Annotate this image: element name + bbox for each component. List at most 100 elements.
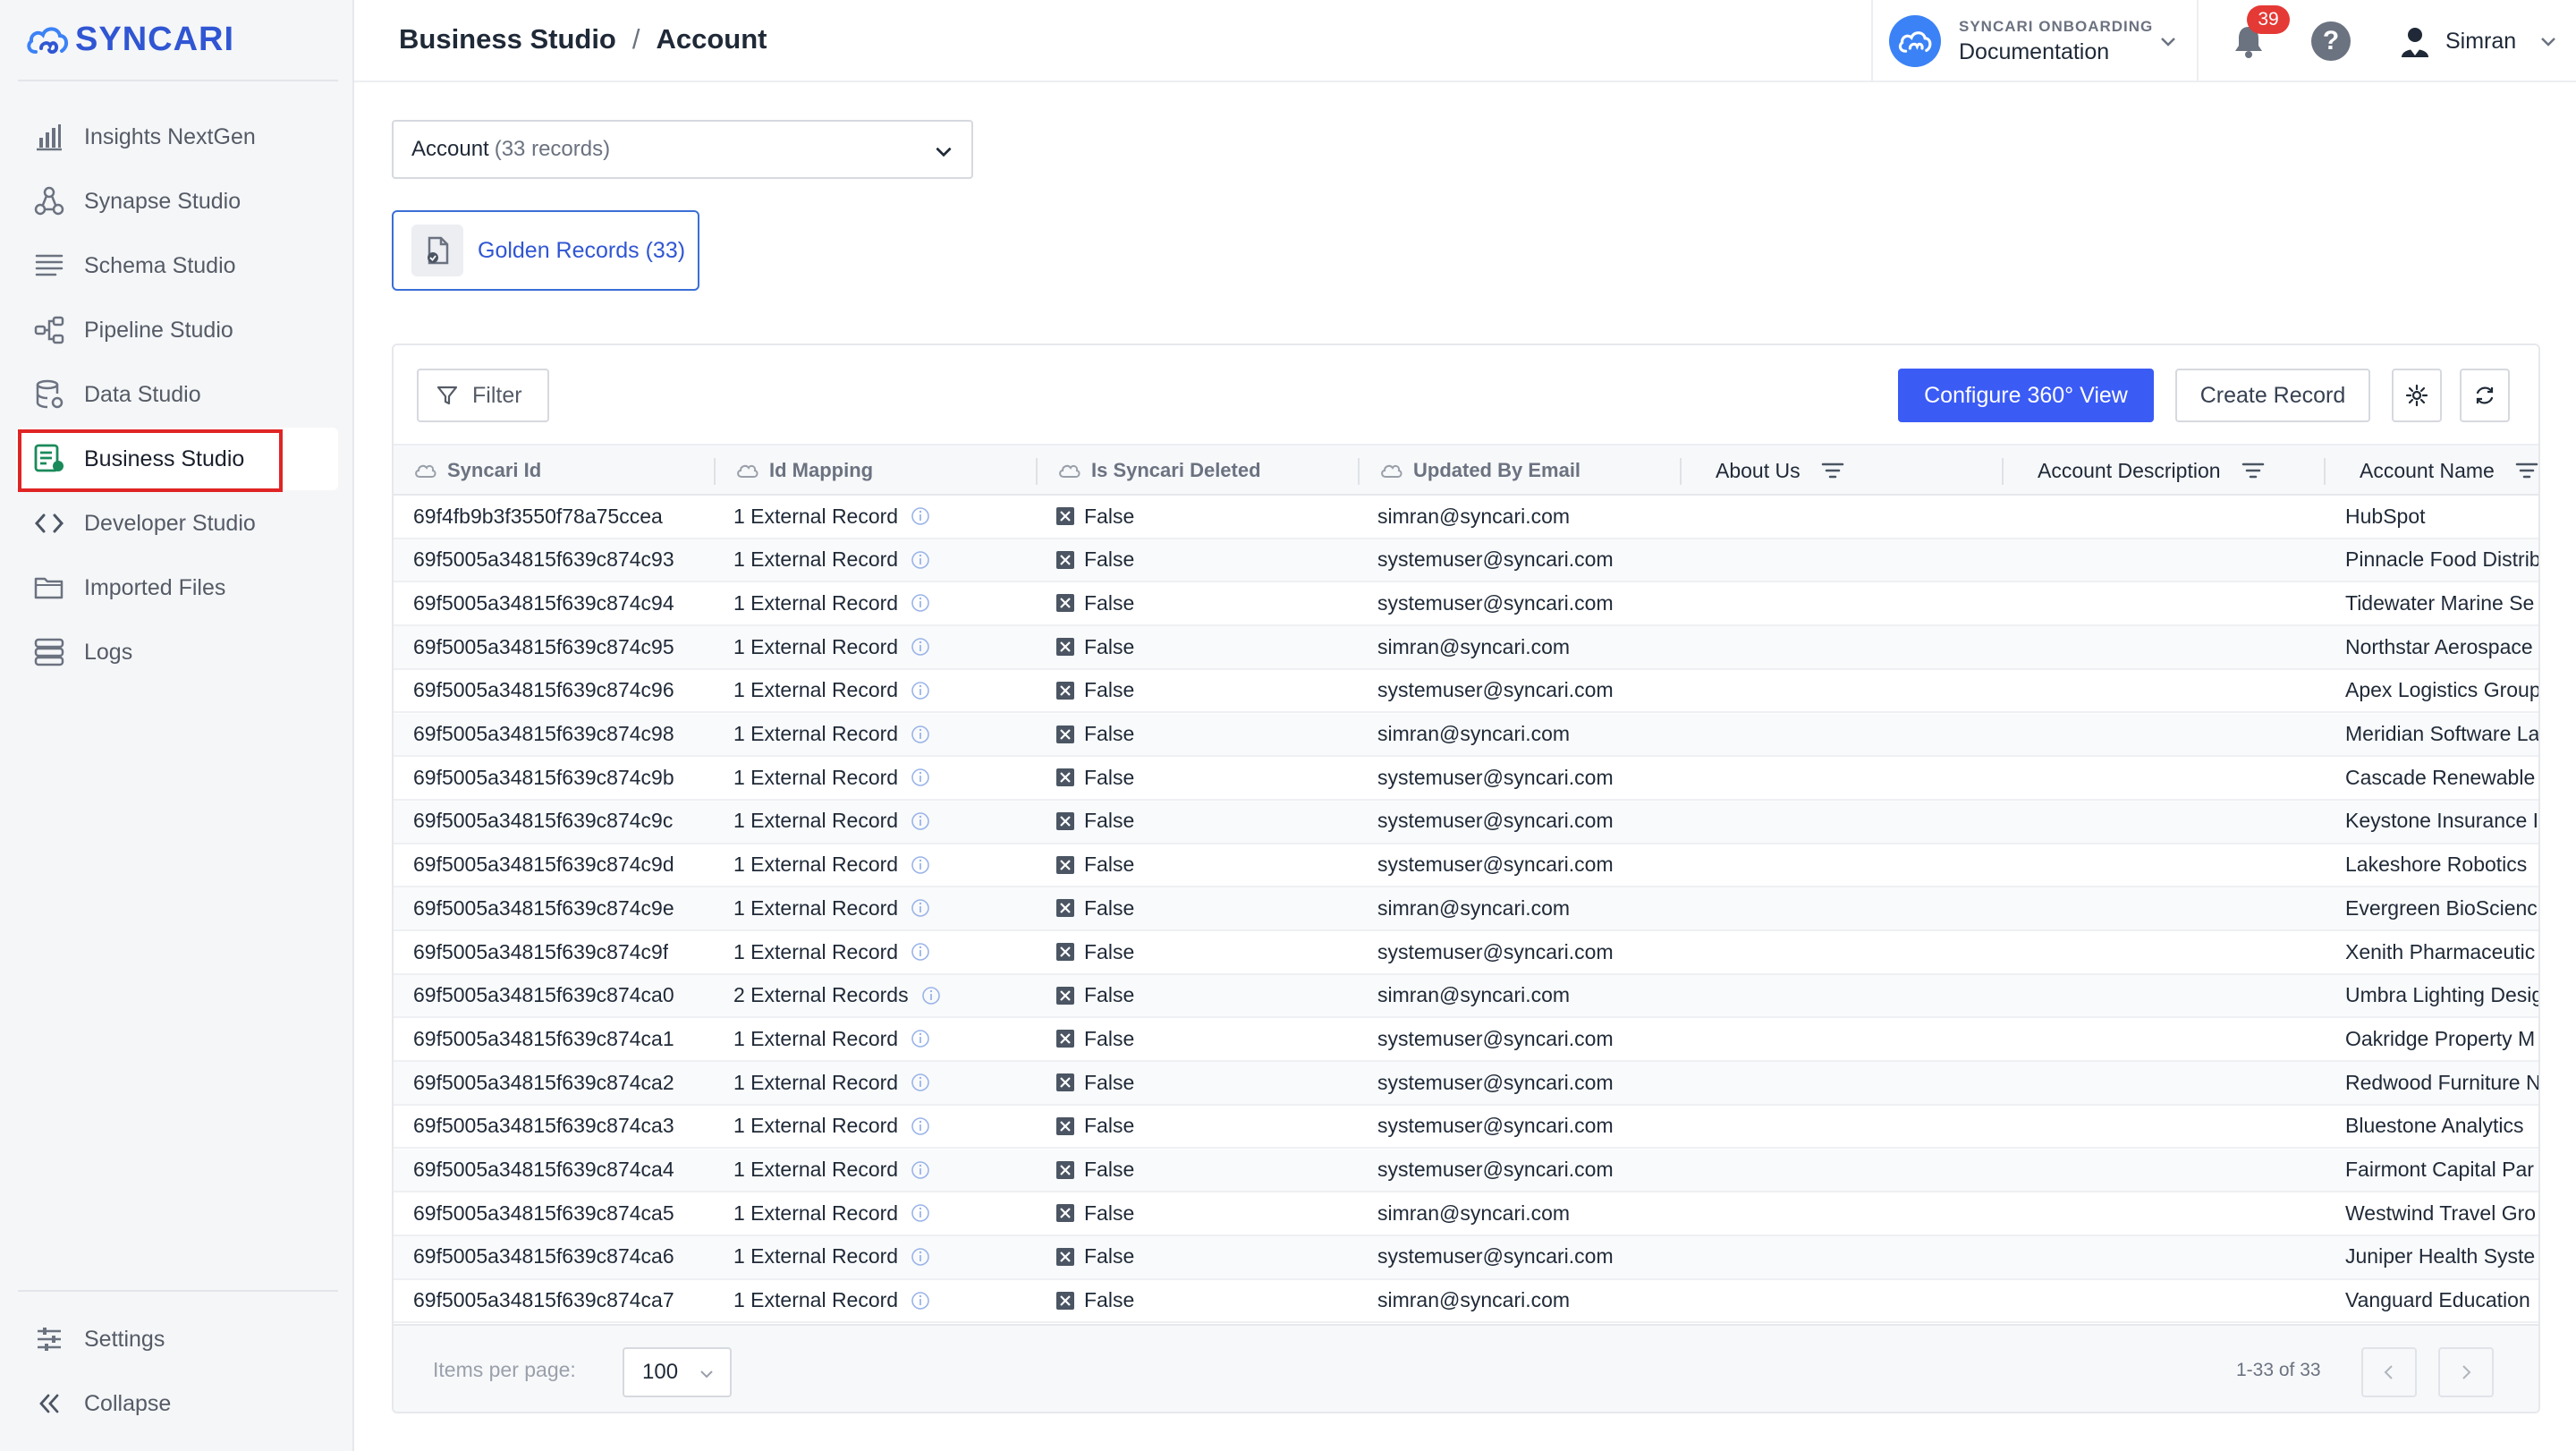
info-icon[interactable]: [911, 593, 930, 613]
info-icon[interactable]: [911, 1203, 930, 1223]
column-header-updated-by-email[interactable]: Updated By Email: [1379, 445, 1580, 496]
table-row[interactable]: 69f5005a34815f639c874c9c 1 External Recor…: [394, 800, 2538, 844]
cell-id-mapping[interactable]: 1 External Record: [733, 844, 930, 886]
refresh-button[interactable]: [2460, 369, 2510, 422]
table-row[interactable]: 69f5005a34815f639c874ca3 1 External Recor…: [394, 1106, 2538, 1150]
info-icon[interactable]: [911, 681, 930, 700]
info-icon[interactable]: [911, 506, 930, 526]
filter-button[interactable]: Filter: [417, 369, 549, 422]
cell-id-mapping[interactable]: 1 External Record: [733, 1236, 930, 1277]
info-icon[interactable]: [911, 1029, 930, 1048]
help-icon[interactable]: ?: [2311, 21, 2351, 61]
table-row[interactable]: 69f4fb9b3f3550f78a75ccea 1 External Recor…: [394, 496, 2538, 539]
column-header-id-mapping[interactable]: Id Mapping: [735, 445, 873, 496]
table-row[interactable]: 69f5005a34815f639c874ca0 2 External Recor…: [394, 974, 2538, 1019]
settings-button[interactable]: [2392, 369, 2442, 422]
table-row[interactable]: 69f5005a34815f639c874c9e 1 External Recor…: [394, 887, 2538, 931]
sidebar-item-imported-files[interactable]: Imported Files: [16, 556, 338, 619]
table-row[interactable]: 69f5005a34815f639c874ca1 1 External Recor…: [394, 1018, 2538, 1063]
table-row[interactable]: 69f5005a34815f639c874ca5 1 External Recor…: [394, 1192, 2538, 1236]
info-icon[interactable]: [911, 898, 930, 918]
breadcrumb-business-studio[interactable]: Business Studio: [399, 23, 616, 55]
info-icon[interactable]: [911, 1116, 930, 1136]
sidebar-item-insights-nextgen[interactable]: Insights NextGen: [16, 106, 338, 168]
sidebar-item-pipeline-studio[interactable]: Pipeline Studio: [16, 299, 338, 361]
column-divider[interactable]: [1036, 458, 1038, 485]
info-icon[interactable]: [911, 550, 930, 570]
configure-360-view-button[interactable]: Configure 360° View: [1898, 369, 2154, 422]
cell-id-mapping[interactable]: 1 External Record: [733, 887, 930, 929]
info-icon[interactable]: [911, 637, 930, 657]
column-divider[interactable]: [2324, 458, 2326, 485]
column-menu-icon[interactable]: [2241, 460, 2266, 481]
cell-id-mapping[interactable]: 1 External Record: [733, 626, 930, 667]
table-row[interactable]: 69f5005a34815f639c874c9f 1 External Recor…: [394, 931, 2538, 975]
table-row[interactable]: 69f5005a34815f639c874ca2 1 External Recor…: [394, 1062, 2538, 1106]
next-page-button[interactable]: [2438, 1347, 2494, 1397]
sidebar-item-data-studio[interactable]: Data Studio: [16, 363, 338, 426]
cell-id-mapping[interactable]: 2 External Records: [733, 975, 941, 1016]
info-icon[interactable]: [921, 986, 941, 1006]
cell-id-mapping[interactable]: 1 External Record: [733, 1018, 930, 1059]
column-menu-icon[interactable]: [1820, 460, 1845, 481]
cell-id-mapping[interactable]: 1 External Record: [733, 539, 930, 581]
cell-id-mapping[interactable]: 1 External Record: [733, 714, 930, 755]
column-header-account-name[interactable]: Account Name: [2360, 445, 2539, 496]
column-header-syncari-id[interactable]: Syncari Id: [413, 445, 541, 496]
column-divider[interactable]: [2002, 458, 2004, 485]
cell-id-mapping[interactable]: 1 External Record: [733, 1106, 930, 1147]
table-row[interactable]: 69f5005a34815f639c874c95 1 External Recor…: [394, 626, 2538, 670]
column-divider[interactable]: [1680, 458, 1682, 485]
sidebar-item-schema-studio[interactable]: Schema Studio: [16, 234, 338, 297]
object-select[interactable]: Account (33 records): [392, 120, 973, 179]
table-row[interactable]: 69f5005a34815f639c874c98 1 External Recor…: [394, 713, 2538, 758]
sidebar-item-business-studio[interactable]: Business Studio: [16, 428, 338, 492]
column-header-is-syncari-deleted[interactable]: Is Syncari Deleted: [1057, 445, 1261, 496]
table-row[interactable]: 69f5005a34815f639c874c9d 1 External Recor…: [394, 844, 2538, 888]
info-icon[interactable]: [911, 768, 930, 787]
column-menu-icon[interactable]: [2514, 460, 2539, 481]
cell-id-mapping[interactable]: 1 External Record: [733, 1192, 930, 1234]
brand[interactable]: SYNCARI: [25, 18, 234, 61]
golden-records-tab[interactable]: Golden Records (33): [392, 210, 699, 291]
sidebar-item-logs[interactable]: Logs: [16, 621, 338, 683]
table-row[interactable]: 69f5005a34815f639c874c94 1 External Recor…: [394, 582, 2538, 627]
prev-page-button[interactable]: [2361, 1347, 2417, 1397]
table-row[interactable]: 69f5005a34815f639c874c9b 1 External Recor…: [394, 757, 2538, 801]
table-row[interactable]: 69f5005a34815f639c874ca7 1 External Recor…: [394, 1280, 2538, 1324]
cell-id-mapping[interactable]: 1 External Record: [733, 757, 930, 798]
info-icon[interactable]: [911, 1291, 930, 1311]
column-divider[interactable]: [714, 458, 716, 485]
info-icon[interactable]: [911, 811, 930, 831]
info-icon[interactable]: [911, 942, 930, 962]
user-menu[interactable]: Simran: [2397, 21, 2559, 61]
cell-id-mapping[interactable]: 1 External Record: [733, 1280, 930, 1321]
column-divider[interactable]: [1358, 458, 1360, 485]
column-header-about-us[interactable]: About Us: [1716, 445, 1845, 496]
create-record-button[interactable]: Create Record: [2175, 369, 2370, 422]
cell-id-mapping[interactable]: 1 External Record: [733, 1150, 930, 1191]
column-header-account-description[interactable]: Account Description: [2038, 445, 2266, 496]
table-row[interactable]: 69f5005a34815f639c874ca6 1 External Recor…: [394, 1235, 2538, 1280]
sidebar-item-developer-studio[interactable]: Developer Studio: [16, 492, 338, 555]
code-icon: [34, 513, 64, 533]
sidebar-item-settings[interactable]: Settings: [16, 1308, 338, 1370]
table-row[interactable]: 69f5005a34815f639c874c93 1 External Recor…: [394, 539, 2538, 583]
org-switcher[interactable]: SYNCARI ONBOARDING Documentation: [1871, 0, 2199, 82]
items-per-page-select[interactable]: 100: [623, 1347, 732, 1397]
sidebar-item-collapse[interactable]: Collapse: [16, 1372, 338, 1435]
info-icon[interactable]: [911, 1160, 930, 1180]
table-row[interactable]: 69f5005a34815f639c874ca4 1 External Recor…: [394, 1149, 2538, 1193]
cell-id-mapping[interactable]: 1 External Record: [733, 670, 930, 711]
table-row[interactable]: 69f5005a34815f639c874c96 1 External Recor…: [394, 670, 2538, 714]
info-icon[interactable]: [911, 1247, 930, 1267]
cell-id-mapping[interactable]: 1 External Record: [733, 931, 930, 972]
cell-id-mapping[interactable]: 1 External Record: [733, 496, 930, 537]
info-icon[interactable]: [911, 1073, 930, 1092]
sidebar-item-synapse-studio[interactable]: Synapse Studio: [16, 170, 338, 233]
cell-id-mapping[interactable]: 1 External Record: [733, 582, 930, 624]
cell-id-mapping[interactable]: 1 External Record: [733, 801, 930, 842]
info-icon[interactable]: [911, 855, 930, 875]
info-icon[interactable]: [911, 725, 930, 744]
cell-id-mapping[interactable]: 1 External Record: [733, 1062, 930, 1103]
